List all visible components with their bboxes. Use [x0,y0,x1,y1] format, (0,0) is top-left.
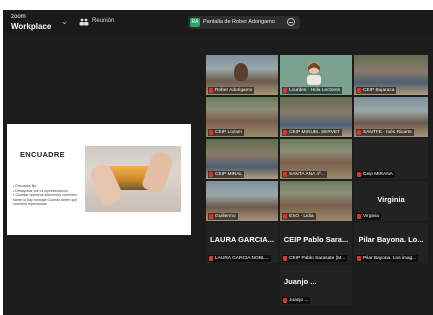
participant-display-name: Virginia [377,195,405,204]
shared-slide: ENCUADRE • Encuadre fijo • Desayunar con… [7,124,191,235]
participant-display-name: LAURA GARCIA... [210,235,274,244]
participant-tile[interactable]: CEIP Bujaraza [354,55,428,95]
participant-name: CEIP MIRAL [208,171,245,178]
logo-workplace-text: Workplace [11,22,52,31]
slide-body: • Encuadre fijo • Desayunar con la repre… [13,184,78,207]
participant-tile[interactable]: SANTFE - Inés Ricarte [354,97,428,137]
participant-name: Guillermo [208,213,238,220]
participant-name: CEIP Pablo Sarasate (M... [282,255,348,262]
participant-figure [307,62,321,85]
participant-tile[interactable]: Guillermo [206,181,278,221]
participant-name: LAURA GARCIA NOBL... [208,255,271,262]
top-bar: zoom Workplace ⌄ Reunión RA Pantalla de … [3,10,433,36]
participant-name: Rober Adorigamo [208,87,255,94]
participant-name: Pilar Bayona. Los imag... [356,255,419,262]
zoom-window: zoom Workplace ⌄ Reunión RA Pantalla de … [3,10,433,315]
participant-name: SANTFE - Inés Ricarte [356,129,414,136]
participant-tile[interactable]: CEIP Pablo Sara... CEIP Pablo Sarasate (… [280,223,352,263]
participant-tile[interactable]: CEIP MIRAL [206,139,278,179]
chevron-down-icon[interactable]: ⌄ [61,17,68,26]
participant-name: Ceip MIRANA [356,171,395,178]
slide-title: ENCUADRE [20,150,65,159]
participant-tile[interactable]: ESO - Lidia [280,181,352,221]
participant-tile[interactable]: Pilar Bayona. Lo... Pilar Bayona. Los im… [354,223,428,263]
participant-figure [234,63,248,81]
participant-display-name: Pilar Bayona. Lo... [358,235,424,244]
participant-name: CEIP Lozam [208,129,244,136]
participant-tile[interactable]: Rober Adorigamo [206,55,278,95]
participant-name: CEIP MIGUEL SERVET [282,129,343,136]
meeting-icon [79,18,89,26]
participant-tile[interactable]: Ceip MIRANA [354,139,428,179]
participant-tile[interactable]: SANTA ANA 4º... [280,139,352,179]
participant-tile[interactable]: CEIP Lozam [206,97,278,137]
stop-share-icon[interactable] [287,18,295,26]
right-hand-shape [140,149,176,195]
participant-name: CEIP Bujaraza [356,87,397,94]
participant-tile[interactable]: Juanjo ... Juanjo ... [280,265,352,305]
logo-zoom-text: zoom [11,14,26,20]
participant-tile[interactable]: Virginia Virginia [354,181,428,221]
meeting-label[interactable]: Reunión [92,18,114,24]
participant-name: SANTA ANA 4º... [282,171,327,178]
sharer-avatar-badge: RA [190,18,200,27]
participant-display-name: Juanjo ... [284,277,317,286]
participant-name: Juanjo ... [282,297,311,304]
participant-tile[interactable]: CEIP MIGUEL SERVET [280,97,352,137]
participant-display-name: CEIP Pablo Sara... [283,235,349,244]
screen-share-indicator[interactable]: RA Pantalla de Rober Adorigamo [188,16,300,29]
participant-tile[interactable]: Lourdes - Hola Lectores [280,55,352,95]
participant-name: Lourdes - Hola Lectores [282,87,343,94]
participant-tile[interactable]: LAURA GARCIA... LAURA GARCIA NOBL... [206,223,278,263]
slide-photo [85,146,181,212]
participant-name: ESO - Lidia [282,213,316,220]
zoom-workplace-logo: zoom Workplace [11,13,51,31]
participant-name: Virginia [356,213,381,220]
screen-share-text: Pantalla de Rober Adorigamo [203,19,275,25]
